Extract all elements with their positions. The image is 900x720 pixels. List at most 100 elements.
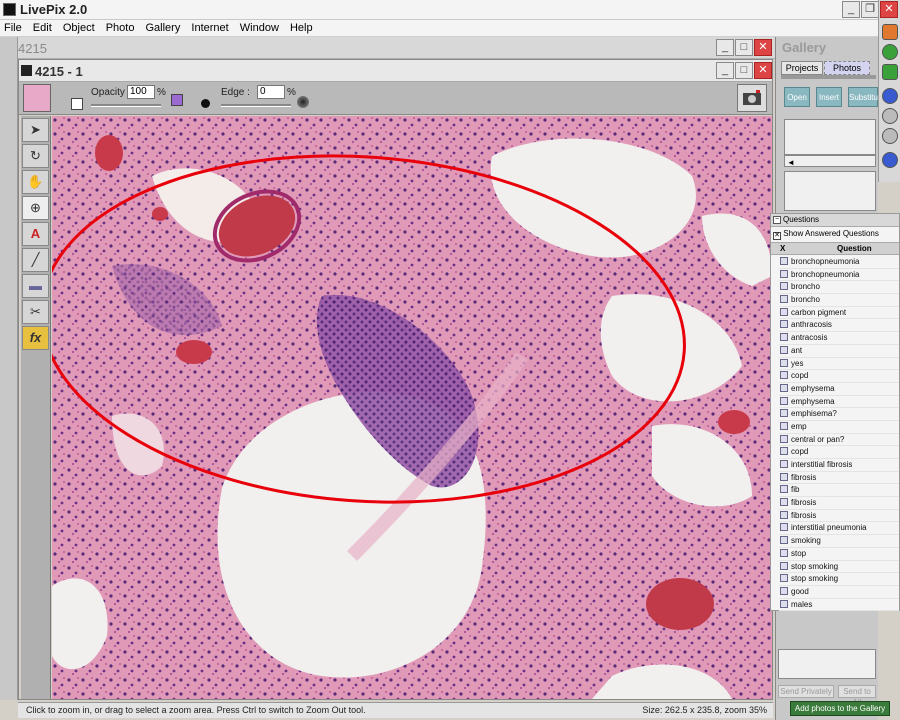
menu-internet[interactable]: Internet xyxy=(187,20,232,34)
question-row[interactable]: central or pan? xyxy=(779,434,899,447)
menu-edit[interactable]: Edit xyxy=(29,20,56,34)
question-row[interactable]: emphisema? xyxy=(779,408,899,421)
line-icon: ╱ xyxy=(31,252,40,267)
minimize-button[interactable]: _ xyxy=(842,1,860,18)
screen-icon[interactable] xyxy=(882,64,898,80)
question-row[interactable]: bronchopneumonia xyxy=(779,256,899,269)
app-close-button[interactable]: ✕ xyxy=(880,1,898,18)
rotate-tool[interactable]: ↻ xyxy=(22,144,49,168)
select-tool[interactable]: ➤ xyxy=(22,118,49,142)
opacity-high-icon xyxy=(171,94,183,106)
question-row[interactable]: ant xyxy=(779,345,899,358)
document-title-bar: 4215 - 1 _ □ ✕ xyxy=(19,60,772,82)
text-tool[interactable]: A xyxy=(22,222,49,246)
question-row[interactable]: copd xyxy=(779,370,899,383)
question-row[interactable]: fibrosis xyxy=(779,497,899,510)
zoom-tool[interactable]: ⊕ xyxy=(22,196,49,220)
exit-icon[interactable] xyxy=(882,24,898,40)
outer-minimize-button[interactable]: _ xyxy=(716,39,734,56)
question-row[interactable]: fibrosis xyxy=(779,472,899,485)
doc-maximize-button[interactable]: □ xyxy=(735,62,753,79)
step-icon[interactable] xyxy=(882,108,898,124)
question-row[interactable]: anthracosis xyxy=(779,319,899,333)
question-row[interactable]: fib xyxy=(779,484,899,498)
question-row[interactable]: emphysema xyxy=(779,396,899,409)
question-text: copd xyxy=(791,447,809,457)
edge-input[interactable]: 0 xyxy=(257,85,285,99)
outer-close-button[interactable]: ✕ xyxy=(754,39,772,56)
shape-tool[interactable]: ▬ xyxy=(22,274,49,298)
message-area[interactable] xyxy=(778,649,876,679)
question-row[interactable]: stop smoking xyxy=(779,573,899,586)
question-text: broncho xyxy=(791,295,820,305)
doc-close-button[interactable]: ✕ xyxy=(754,62,772,79)
tab-photos[interactable]: Photos xyxy=(824,61,870,75)
question-row[interactable]: good xyxy=(779,586,899,599)
question-text: broncho xyxy=(791,282,820,292)
question-row[interactable]: emphysema xyxy=(779,383,899,396)
col-question[interactable]: Question xyxy=(837,244,872,253)
open-button[interactable]: Open xyxy=(784,87,810,107)
question-row[interactable]: carbon pigment xyxy=(779,307,899,320)
camera-icon xyxy=(743,90,761,105)
menu-gallery[interactable]: Gallery xyxy=(142,20,185,34)
col-x[interactable]: X xyxy=(780,244,785,253)
gallery-thumbnails[interactable] xyxy=(784,119,876,155)
send-to-all-button[interactable]: Send to All xyxy=(838,685,876,707)
menu-help[interactable]: Help xyxy=(286,20,317,34)
opacity-slider[interactable] xyxy=(91,104,161,107)
substitute-button[interactable]: Substitute xyxy=(848,87,885,107)
question-row[interactable]: smoking xyxy=(779,535,899,548)
send-privately-button[interactable]: Send Privately xyxy=(778,685,834,698)
show-answered-option[interactable]: ✕ Show Answered Questions xyxy=(773,229,879,240)
cut-tool[interactable]: ✂ xyxy=(22,300,49,324)
restore-button[interactable]: ❐ xyxy=(861,1,879,18)
layer-thumbnail[interactable] xyxy=(23,84,51,112)
tab-projects[interactable]: Projects xyxy=(781,61,823,75)
menu-window[interactable]: Window xyxy=(236,20,283,34)
question-row[interactable]: emp xyxy=(779,421,899,434)
arrow-icon: ➤ xyxy=(30,122,41,137)
question-row[interactable]: antracosis xyxy=(779,332,899,345)
menu-object[interactable]: Object xyxy=(59,20,99,34)
question-row[interactable]: yes xyxy=(779,358,899,371)
hand-icon: ✋ xyxy=(27,174,44,189)
question-row[interactable]: fibrosis xyxy=(779,510,899,523)
outer-maximize-button[interactable]: □ xyxy=(735,39,753,56)
questions-panel: Questions − ✕ Show Answered Questions X … xyxy=(770,213,900,612)
scroll-left-icon[interactable]: ◄ xyxy=(785,158,795,167)
gallery-scrollbar[interactable]: ◄ xyxy=(784,155,876,167)
question-row[interactable]: interstitial fibrosis xyxy=(779,459,899,472)
collapse-icon[interactable]: − xyxy=(773,216,781,224)
question-row[interactable]: males xyxy=(779,599,899,612)
question-icon xyxy=(780,383,788,392)
image-canvas[interactable] xyxy=(52,116,772,699)
question-row[interactable]: stop xyxy=(779,548,899,561)
question-row[interactable]: bronchopneumonia xyxy=(779,269,899,282)
opacity-input[interactable]: 100 xyxy=(127,85,155,99)
question-row[interactable]: copd xyxy=(779,446,899,459)
hand-tool[interactable]: ✋ xyxy=(22,170,49,194)
line-tool[interactable]: ╱ xyxy=(22,248,49,272)
pause-icon[interactable] xyxy=(882,88,898,104)
show-answered-checkbox[interactable]: ✕ xyxy=(773,232,781,240)
microphone-icon[interactable] xyxy=(882,44,898,60)
app-title: LivePix 2.0 xyxy=(20,2,88,17)
doc-minimize-button[interactable]: _ xyxy=(716,62,734,79)
question-text: central or pan? xyxy=(791,434,845,444)
question-row[interactable]: broncho xyxy=(779,294,899,307)
menu-file[interactable]: File xyxy=(0,20,26,34)
question-row[interactable]: interstitial pneumonia xyxy=(779,522,899,536)
questions-columns: X Question xyxy=(771,242,899,255)
question-row[interactable]: broncho xyxy=(779,281,899,295)
record-icon[interactable] xyxy=(882,128,898,144)
add-photos-button[interactable]: Add photos to the Gallery xyxy=(790,701,890,716)
insert-button[interactable]: Insert xyxy=(816,87,842,107)
document-icon xyxy=(21,65,32,76)
question-row[interactable]: stop smoking xyxy=(779,561,899,574)
edge-slider[interactable] xyxy=(221,104,291,107)
menu-photo[interactable]: Photo xyxy=(102,20,139,34)
effects-tool[interactable]: fx xyxy=(22,326,49,350)
pen-icon[interactable] xyxy=(882,152,898,168)
camera-button[interactable] xyxy=(737,84,767,112)
